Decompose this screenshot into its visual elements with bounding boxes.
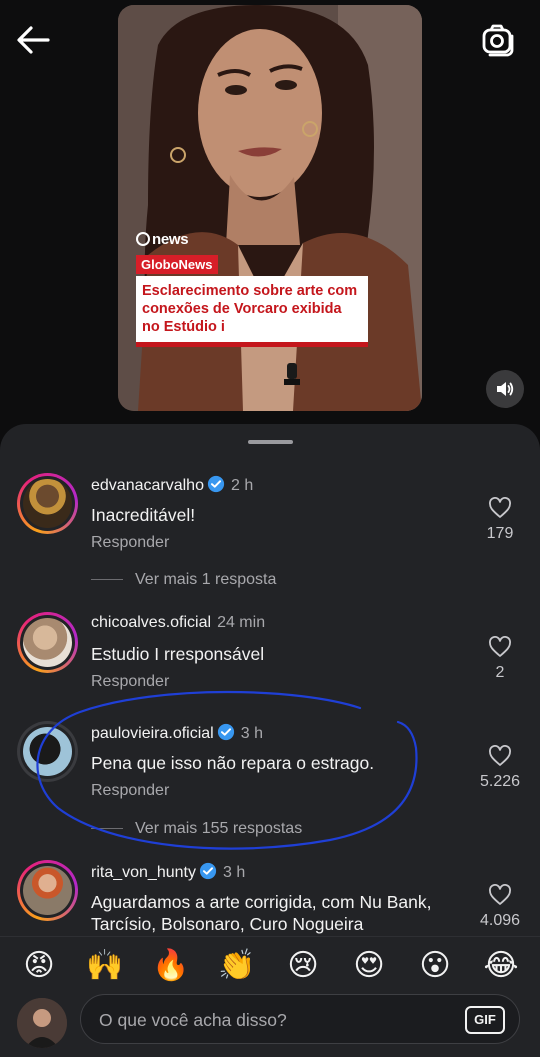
comment-timestamp: 3 h <box>222 864 246 881</box>
comment-item: edvanacarvalho 2 h Inacreditável! Respond… <box>0 473 540 573</box>
heart-icon <box>489 745 511 766</box>
gif-button[interactable]: GIF <box>465 1006 505 1034</box>
avatar[interactable] <box>17 473 78 534</box>
emoji-crying[interactable]: 😢 <box>281 948 325 984</box>
comment-username[interactable]: chicoalves.oficial 24 min <box>91 614 265 632</box>
volume-icon[interactable] <box>486 370 524 408</box>
lapel-microphone <box>284 363 300 385</box>
reply-button[interactable]: Responder <box>91 782 169 800</box>
comment-text: Pena que isso não repara o estrago. <box>91 753 375 773</box>
comment-text: Aguardamos a arte corrigida, com Nu Bank… <box>91 892 432 934</box>
view-more-replies-button[interactable]: Ver mais 1 resposta <box>91 571 276 589</box>
reply-button[interactable]: Responder <box>91 534 169 552</box>
emoji-reaction-bar: 😡 🙌 🔥 👏 😢 😍 😮 😂 <box>0 936 540 994</box>
verified-badge-icon <box>207 475 225 493</box>
avatar[interactable] <box>17 860 78 921</box>
current-user-avatar <box>17 998 67 1048</box>
comment-composer: GIF <box>0 994 540 1057</box>
avatar[interactable] <box>17 721 78 782</box>
emoji-raised-hands[interactable]: 🙌 <box>83 948 127 984</box>
comment-timestamp: 2 h <box>230 477 254 494</box>
comment-input-container: GIF <box>80 994 520 1044</box>
comment-timestamp: 24 min <box>217 614 266 631</box>
comment-username[interactable]: edvanacarvalho 2 h <box>91 475 253 495</box>
like-count: 5.226 <box>480 773 521 790</box>
like-button[interactable]: 5.226 <box>480 745 520 791</box>
emoji-clapping[interactable]: 👏 <box>215 948 259 984</box>
like-count: 179 <box>486 525 514 542</box>
like-count: 2 <box>495 664 505 681</box>
comment-item: chicoalves.oficial 24 min Estudio I rresp… <box>0 612 540 712</box>
like-button[interactable]: 4.096 <box>480 884 520 930</box>
heart-icon <box>489 636 511 657</box>
channel-name-tag: GloboNews <box>136 255 218 274</box>
comment-username[interactable]: paulovieira.oficial 3 h <box>91 723 263 743</box>
emoji-angry[interactable]: 😡 <box>17 948 61 984</box>
news-channel-logo: news <box>136 231 189 248</box>
emoji-fire[interactable]: 🔥 <box>149 948 193 984</box>
verified-badge-icon <box>217 723 234 741</box>
camera-icon[interactable] <box>478 20 518 60</box>
avatar[interactable] <box>17 612 78 673</box>
heart-icon <box>489 884 511 905</box>
comment-text: Estudio I rresponsável <box>91 644 265 664</box>
comment-timestamp: 3 h <box>240 725 263 742</box>
comment-text: Inacreditável! <box>91 505 196 525</box>
video-headline: Esclarecimento sobre arte com conexões d… <box>136 276 368 347</box>
like-button[interactable]: 179 <box>480 497 520 543</box>
video-presenter-image <box>118 5 422 411</box>
comment-input[interactable] <box>99 1007 449 1033</box>
back-arrow-icon[interactable] <box>14 20 54 60</box>
drag-handle[interactable] <box>248 440 293 444</box>
comment-username[interactable]: rita_von_hunty 3 h <box>91 862 245 882</box>
view-more-replies-button[interactable]: Ver mais 155 respostas <box>91 820 302 838</box>
heart-icon <box>489 497 511 518</box>
comment-item: paulovieira.oficial 3 h Pena que isso não… <box>0 721 540 821</box>
video-player[interactable]: news GloboNews Esclarecimento sobre arte… <box>118 5 422 411</box>
like-button[interactable]: 2 <box>480 636 520 682</box>
reply-button[interactable]: Responder <box>91 673 169 691</box>
emoji-heart-eyes[interactable]: 😍 <box>347 948 391 984</box>
like-count: 4.096 <box>480 912 521 929</box>
emoji-laughing[interactable]: 😂 <box>479 948 523 984</box>
verified-badge-icon <box>199 862 217 880</box>
emoji-surprised[interactable]: 😮 <box>413 948 457 984</box>
